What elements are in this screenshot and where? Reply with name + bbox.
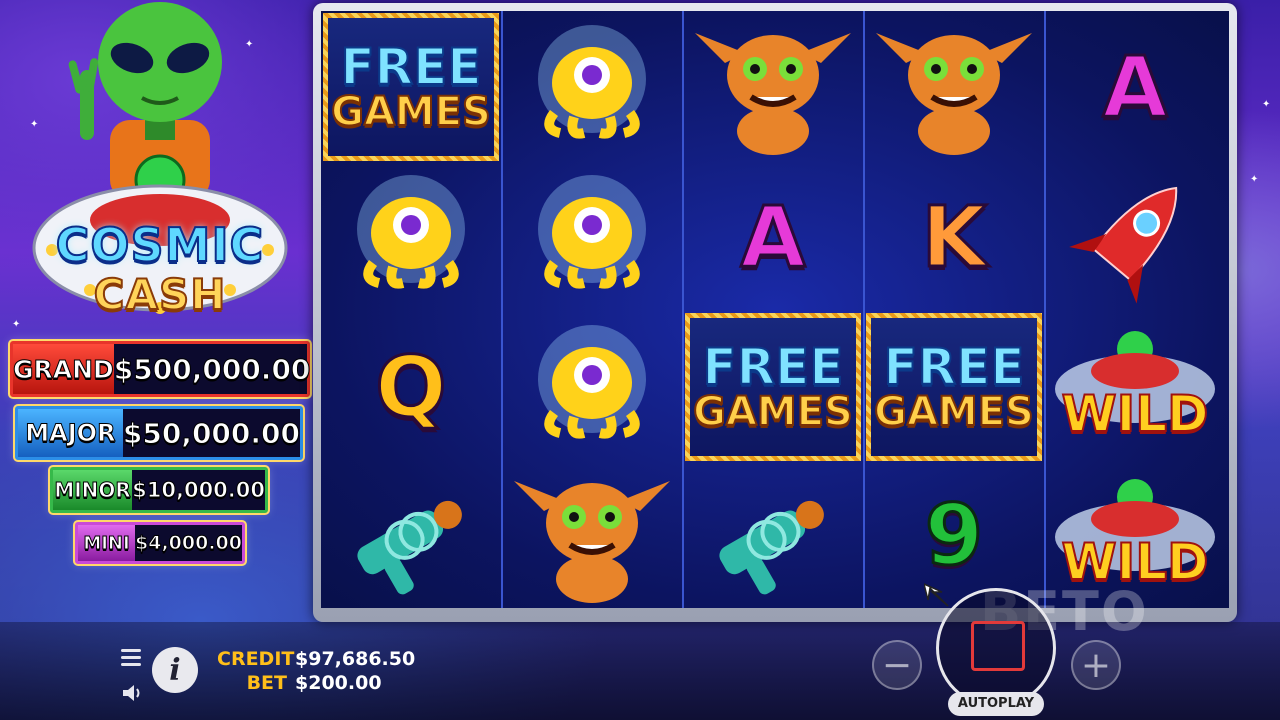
yellow-octopus-alien-icon (504, 163, 680, 311)
plus-icon: + (1080, 644, 1112, 686)
bet-meter: BET $200.00 (217, 672, 382, 694)
ray-gun-icon (685, 461, 861, 608)
info-button[interactable]: i (152, 647, 198, 693)
letter-a-text: A (1101, 37, 1169, 138)
mouse-cursor-icon (924, 583, 949, 607)
free-games-line2: GAMES (873, 389, 1035, 435)
yellow-octopus-alien-icon (504, 13, 680, 161)
jackpot-label: MAJOR (18, 409, 123, 457)
yellow-octopus-alien-icon (323, 163, 499, 311)
jackpot-major: MAJOR $50,000.00 (15, 406, 303, 460)
letter-k-text: K (920, 187, 988, 288)
wild-symbol: WILD (1047, 313, 1223, 461)
red-rocket-icon (1047, 163, 1223, 311)
spin-button[interactable] (936, 588, 1056, 708)
jackpot-value: $10,000.00 (132, 478, 266, 503)
free-games-symbol: FREE GAMES (323, 13, 499, 161)
jackpot-value: $500,000.00 (113, 352, 311, 386)
jackpot-mini: MINI $4,000.00 (75, 522, 245, 564)
reel-divider (682, 11, 684, 608)
star-icon: ✦ (12, 319, 21, 330)
jackpot-label: GRAND (13, 344, 114, 394)
ray-gun-icon (323, 461, 499, 608)
logo-title-line2: CASH (93, 269, 227, 320)
reels-frame: FREE GAMES Q A FREE GAMES K FREE GAMES 9… (313, 3, 1237, 622)
letter-q-symbol: Q (323, 313, 499, 461)
reel-divider (501, 11, 503, 608)
free-games-line2: GAMES (330, 89, 492, 135)
credit-value: $97,686.50 (295, 648, 416, 670)
free-games-symbol: FREE GAMES (685, 313, 861, 461)
number-9-text: 9 (923, 485, 984, 586)
credit-label: CREDIT (217, 648, 295, 670)
free-games-line1: FREE (702, 338, 845, 396)
letter-a-symbol: A (1047, 13, 1223, 161)
free-games-symbol: FREE GAMES (866, 313, 1042, 461)
jackpot-value: $4,000.00 (135, 532, 243, 555)
jackpot-label: MINI (78, 525, 136, 561)
star-icon: ✦ (1262, 99, 1271, 110)
decrease-bet-button[interactable]: − (872, 640, 922, 690)
menu-icon[interactable] (118, 646, 144, 668)
free-games-line1: FREE (883, 338, 1026, 396)
star-icon: ✦ (1250, 174, 1259, 185)
bet-value: $200.00 (295, 672, 382, 694)
wild-text: WILD (1060, 384, 1209, 444)
jackpot-label: MINOR (53, 470, 133, 510)
reel-divider (863, 11, 865, 608)
credit-meter: CREDIT$97,686.50 (217, 648, 415, 670)
game-logo: COSMIC CASH (30, 150, 290, 335)
reel-divider (1044, 11, 1046, 608)
jackpot-value: $50,000.00 (122, 416, 300, 450)
stop-square-icon (971, 621, 1025, 671)
letter-a-text: A (739, 187, 807, 288)
free-games-line1: FREE (340, 38, 483, 96)
jackpot-grand: GRAND $500,000.00 (10, 341, 311, 397)
yellow-octopus-alien-icon (504, 313, 680, 461)
bet-label: BET (246, 672, 287, 694)
speaker-icon[interactable] (120, 682, 146, 704)
letter-k-symbol: K (866, 163, 1042, 311)
letter-a-symbol: A (685, 163, 861, 311)
minus-icon: − (881, 644, 913, 686)
reel-grid: FREE GAMES Q A FREE GAMES K FREE GAMES 9… (321, 11, 1229, 608)
info-icon: i (169, 652, 181, 688)
orange-gremlin-icon (685, 13, 861, 161)
jackpot-minor: MINOR $10,000.00 (50, 467, 268, 513)
logo-title-line1: COSMIC (55, 217, 265, 273)
star-icon: ✦ (30, 119, 39, 130)
autoplay-button[interactable]: AUTOPLAY (948, 692, 1044, 716)
orange-gremlin-icon (504, 461, 680, 608)
increase-bet-button[interactable]: + (1071, 640, 1121, 690)
orange-gremlin-icon (866, 13, 1042, 161)
letter-q-text: Q (374, 337, 448, 438)
free-games-line2: GAMES (692, 389, 854, 435)
